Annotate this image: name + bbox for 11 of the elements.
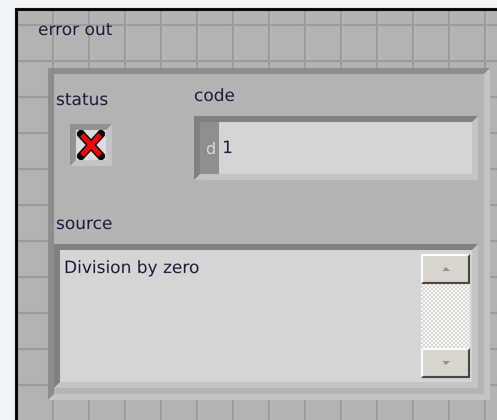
error-cross-icon [77, 130, 105, 160]
cluster-label: error out [38, 20, 112, 40]
code-label: code [194, 86, 236, 106]
scroll-up-button[interactable] [421, 254, 470, 284]
scroll-down-button[interactable] [421, 348, 470, 378]
source-field[interactable]: Division by zero [54, 244, 478, 388]
up-arrow-icon [442, 267, 450, 271]
down-arrow-icon [442, 361, 450, 365]
source-label: source [55, 214, 114, 234]
code-field[interactable]: d 1 [194, 116, 478, 180]
status-label: status [56, 89, 110, 110]
